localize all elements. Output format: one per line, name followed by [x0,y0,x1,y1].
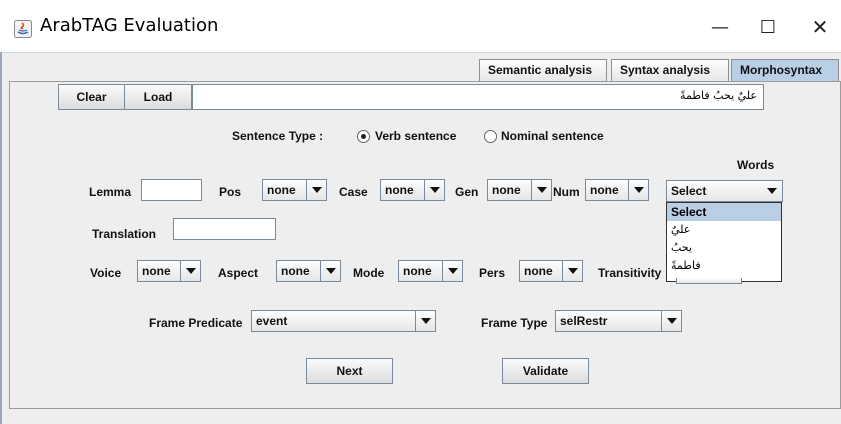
frame-predicate-combo[interactable]: event [251,310,436,332]
pos-label: Pos [219,185,242,199]
aspect-label: Aspect [218,266,259,280]
pos-combo[interactable]: none [262,179,327,201]
words-label: Words [737,158,775,172]
num-value: none [590,183,619,197]
nominal-sentence-label[interactable]: Nominal sentence [501,129,604,143]
pers-combo[interactable]: none [519,260,583,282]
words-option[interactable]: فاطمةً [667,257,781,275]
title-bar: ArabTAG Evaluation — ☐ ✕ [0,0,841,52]
transitivity-label: Transitivity [598,266,662,280]
words-selected-value: Select [671,184,707,198]
verb-sentence-radio[interactable] [357,130,370,143]
frame-predicate-value: event [256,314,288,328]
pers-label: Pers [479,266,506,280]
mode-combo[interactable]: none [398,260,463,282]
minimize-button[interactable]: — [697,10,743,44]
words-dropdown-list: Select عليٌ يحبُ فاطمةً [666,202,782,282]
gen-label: Gen [455,185,479,199]
case-label: Case [339,185,368,199]
close-button[interactable]: ✕ [797,10,841,44]
java-app-icon [14,20,32,38]
frame-predicate-label: Frame Predicate [149,316,243,330]
lemma-label: Lemma [89,185,132,199]
lemma-input[interactable] [141,179,202,201]
chevron-down-icon[interactable] [628,180,648,200]
chevron-down-icon[interactable] [531,180,551,200]
frame-type-value: selRestr [560,314,608,328]
num-combo[interactable]: none [585,179,649,201]
words-option[interactable]: عليٌ [667,221,781,239]
chevron-down-icon[interactable] [320,261,340,281]
case-combo[interactable]: none [380,179,445,201]
clear-button[interactable]: Clear [58,84,125,110]
pos-value: none [267,183,296,197]
validate-button[interactable]: Validate [502,358,589,384]
tab-semantic-analysis[interactable]: Semantic analysis [479,59,607,81]
tab-morphosyntax[interactable]: Morphosyntax [731,59,839,82]
window-title: ArabTAG Evaluation [40,15,219,36]
voice-value: none [142,264,171,278]
translation-input[interactable] [173,218,276,240]
next-button[interactable]: Next [306,358,393,384]
voice-label: Voice [90,266,122,280]
num-label: Num [553,185,580,199]
gen-combo[interactable]: none [487,179,552,201]
load-button[interactable]: Load [124,84,192,110]
sentence-type-label: Sentence Type : [232,129,324,143]
chevron-down-icon[interactable] [762,181,782,201]
gen-value: none [492,183,521,197]
frame-type-combo[interactable]: selRestr [555,310,682,332]
verb-sentence-label[interactable]: Verb sentence [375,129,456,143]
chevron-down-icon[interactable] [661,311,681,331]
words-option[interactable]: Select [667,203,781,221]
voice-combo[interactable]: none [137,260,201,282]
words-option[interactable]: يحبُ [667,239,781,257]
pers-value: none [524,264,553,278]
mode-label: Mode [353,266,385,280]
aspect-value: none [281,264,310,278]
translation-label: Translation [92,227,157,241]
maximize-button[interactable]: ☐ [745,10,791,44]
chevron-down-icon[interactable] [180,261,200,281]
frame-type-label: Frame Type [481,316,548,330]
window-frame-edge [0,52,2,424]
aspect-combo[interactable]: none [276,260,341,282]
chevron-down-icon[interactable] [442,261,462,281]
case-value: none [385,183,414,197]
chevron-down-icon[interactable] [306,180,326,200]
chevron-down-icon[interactable] [424,180,444,200]
mode-value: none [403,264,432,278]
sentence-input[interactable]: عليٌ يحبُ فاطمةً [192,84,764,110]
tab-syntax-analysis[interactable]: Syntax analysis [611,59,729,81]
chevron-down-icon[interactable] [415,311,435,331]
nominal-sentence-radio[interactable] [484,130,497,143]
transitivity-combo-edge[interactable] [676,278,742,284]
words-combo[interactable]: Select [666,180,783,202]
chevron-down-icon[interactable] [562,261,582,281]
